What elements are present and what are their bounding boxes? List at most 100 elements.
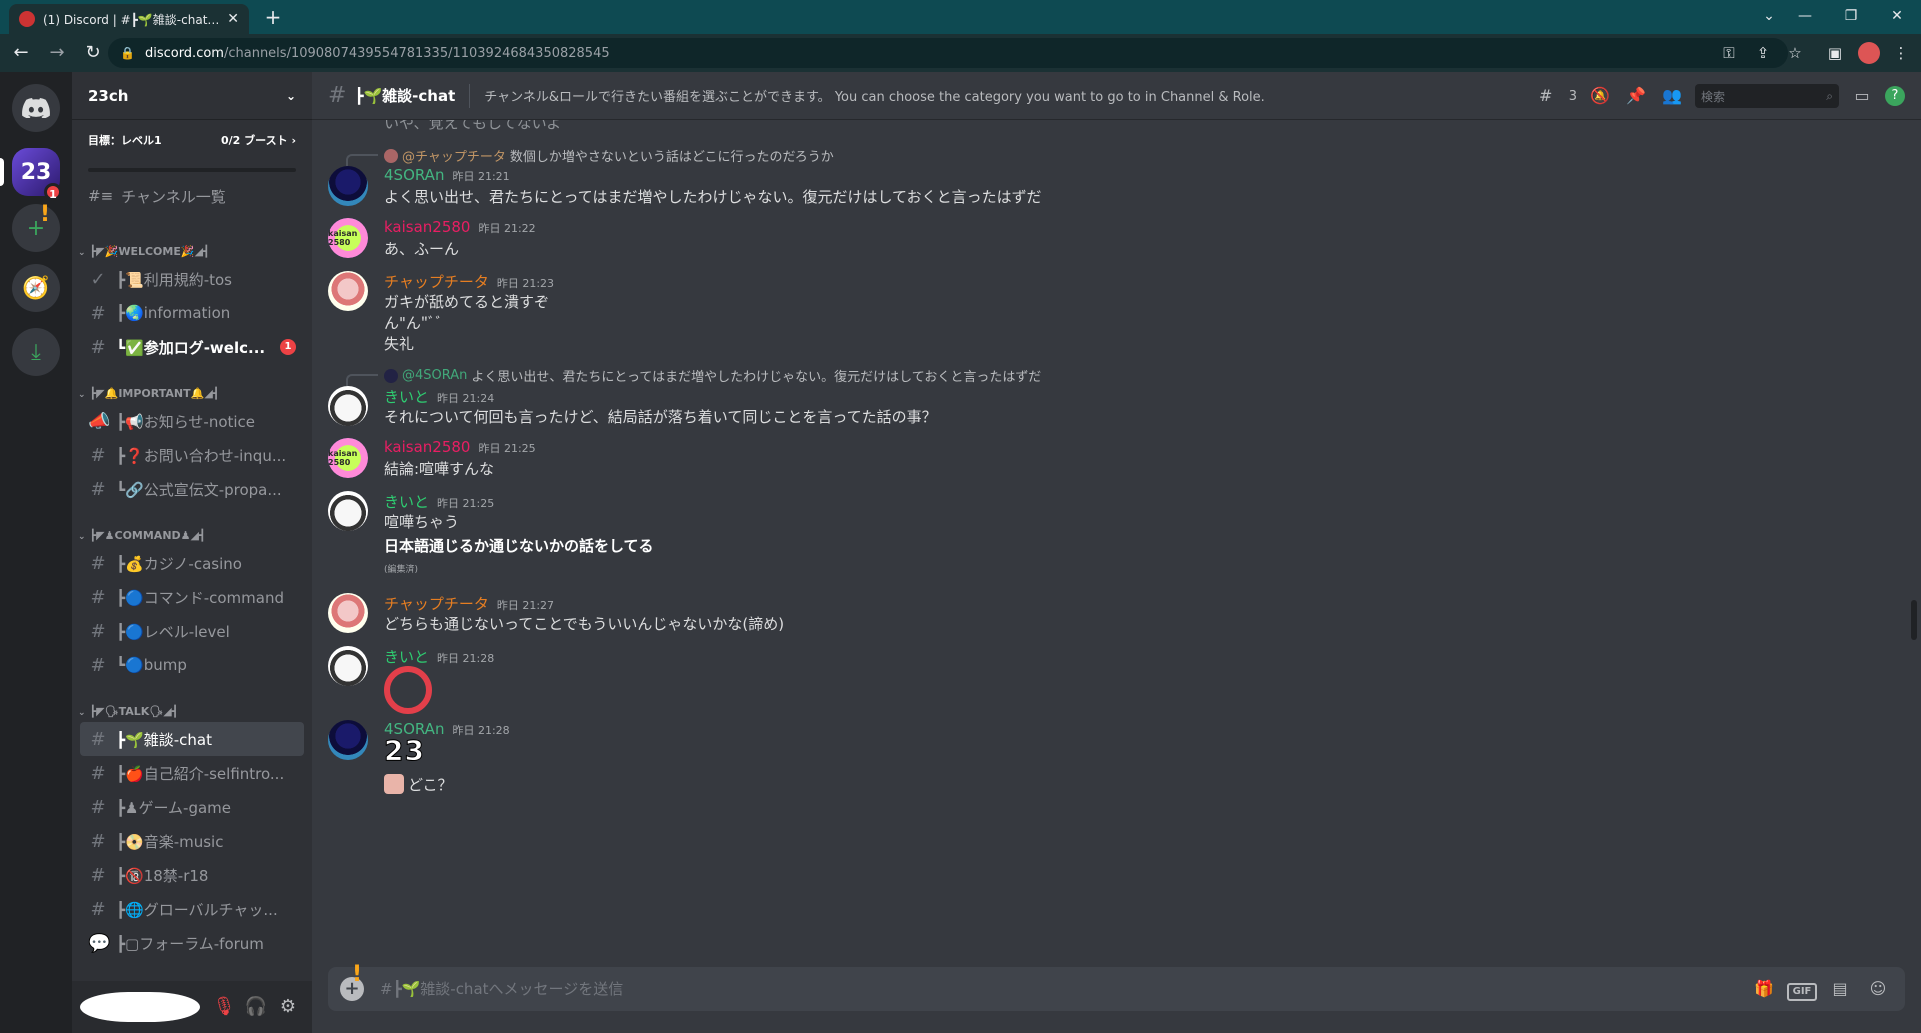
message-input[interactable] <box>380 967 1741 1011</box>
user-avatar[interactable] <box>328 720 368 760</box>
user-avatar[interactable] <box>328 386 368 426</box>
close-window-button[interactable]: ✕ <box>1882 5 1912 27</box>
reply-reference[interactable]: @4SORAn よく思い出せ、君たちにとってはまだ増やしたわけじゃない。復元だけは… <box>346 366 1042 386</box>
gear-icon[interactable]: ⚙ <box>272 991 304 1023</box>
user-avatar-redacted[interactable] <box>80 992 200 1022</box>
headphones-icon[interactable]: 🎧 <box>240 991 272 1023</box>
kebab-menu-icon[interactable]: ⋮ <box>1890 42 1912 64</box>
threads-icon[interactable]: # <box>1533 83 1559 109</box>
profile-avatar[interactable] <box>1858 42 1880 64</box>
category-header[interactable]: ⌄ ┣◤🔔IMPORTANT🔔◢┫ <box>72 376 312 404</box>
restore-button[interactable]: ❐ <box>1836 5 1866 27</box>
side-panel-icon[interactable]: ▣ <box>1824 42 1846 64</box>
server-header[interactable]: 23ch ⌄ <box>72 72 312 120</box>
mute-mic-icon[interactable]: 🎙 <box>208 991 240 1023</box>
message-author[interactable]: kaisan2580 <box>384 218 470 236</box>
minimize-button[interactable]: — <box>1790 5 1820 27</box>
channel-item[interactable]: # ┗🔗公式宣伝文-propa... <box>80 472 304 506</box>
forward-button[interactable]: → <box>42 38 72 68</box>
user-avatar[interactable] <box>328 646 368 686</box>
emoji-icon[interactable]: ☺ <box>1863 974 1893 1004</box>
channel-item[interactable]: 📣 ┣📢お知らせ-notice <box>80 404 304 438</box>
close-tab-icon[interactable]: ✕ <box>227 11 239 27</box>
channel-item[interactable]: # ┣🔵コマンド-command <box>80 580 304 614</box>
explore-compass-icon[interactable]: 🧭 <box>12 264 60 312</box>
discord-home-icon[interactable] <box>12 84 60 132</box>
channel-browser-link[interactable]: #≡ チャンネル一覧 <box>72 180 312 212</box>
message-author[interactable]: きいと <box>384 386 429 407</box>
chevron-down-icon[interactable]: ⌄ <box>1754 5 1784 27</box>
channel-item[interactable]: # ┣🌱雑談-chat <box>80 722 304 756</box>
message-line: どこ？ <box>384 774 453 795</box>
channel-item[interactable]: # ┣🌐グローバルチャッ... <box>80 892 304 926</box>
user-avatar[interactable]: kaisan 2580 <box>328 438 368 478</box>
channel-topic[interactable]: チャンネル&ロールで行きたい番組を選ぶことができます。 You can choo… <box>484 86 1265 105</box>
user-avatar[interactable] <box>328 491 368 531</box>
reply-text: 数個しか増やさないという話はどこに行ったのだろうか <box>509 150 834 165</box>
message-author[interactable]: kaisan2580 <box>384 438 470 456</box>
user-avatar[interactable]: kaisan 2580 <box>328 218 368 258</box>
add-server-icon[interactable]: + <box>12 204 60 252</box>
sticker-icon[interactable]: ▤ <box>1825 974 1855 1004</box>
message-line: あ、ふーん <box>384 240 460 258</box>
inbox-icon[interactable]: ▭ <box>1849 83 1875 109</box>
pin-icon[interactable]: 📌 <box>1623 83 1649 109</box>
server-rail: 23 1 + ! 🧭 ⤓ <box>0 72 72 1033</box>
message-timestamp: 昨日 21:27 <box>496 599 555 612</box>
category-header[interactable]: ⌄ ┣◤♟COMMAND♟◢┫ <box>72 518 312 546</box>
browser-tab[interactable]: (1) Discord | #┣🌱雑談-chat | 23ch ✕ <box>9 4 249 34</box>
scrollbar-thumb[interactable] <box>1911 600 1917 640</box>
user-avatar[interactable] <box>328 271 368 311</box>
user-avatar[interactable] <box>328 593 368 633</box>
message-author[interactable]: チャップチータ <box>384 593 489 614</box>
reload-button[interactable]: ↻ <box>78 38 108 68</box>
gif-icon[interactable]: GIF <box>1787 983 1817 1001</box>
bookmark-star-icon[interactable]: ☆ <box>1784 42 1806 64</box>
address-bar[interactable]: 🔒 discord.com/channels/10908074395547813… <box>108 38 1788 68</box>
message-author[interactable]: きいと <box>384 491 429 512</box>
channel-item[interactable]: # ┣📀音楽-music <box>80 824 304 858</box>
boost-goal[interactable]: 目標：レベル1 0/2 ブースト › <box>72 120 312 172</box>
message-timestamp: 昨日 21:28 <box>452 724 510 737</box>
new-tab-button[interactable]: + <box>262 6 284 28</box>
hash-icon: # <box>90 762 106 784</box>
channel-item[interactable]: # ┣🌏information <box>80 296 304 330</box>
channel-item[interactable]: # ┣🔵レベル-level <box>80 614 304 648</box>
gift-icon[interactable]: 🎁 <box>1749 974 1779 1004</box>
reply-text: よく思い出せ、君たちにとってはまだ増やしたわけじゃない。復元だけはしておくと言っ… <box>471 370 1042 385</box>
hash-icon: # <box>90 864 106 886</box>
share-icon[interactable]: ⇪ <box>1752 42 1774 64</box>
channel-name: ┣📜利用規約-tos <box>116 270 232 289</box>
channel-item[interactable]: 💬 ┣▢フォーラム-forum <box>80 926 304 960</box>
channel-name: ┣🔵レベル-level <box>116 622 230 641</box>
channel-item[interactable]: # ┣🔞18禁-r18 <box>80 858 304 892</box>
channel-item[interactable]: ✓ ┣📜利用規約-tos <box>80 262 304 296</box>
message-author[interactable]: チャップチータ <box>384 271 489 292</box>
key-icon[interactable]: ⚿ <box>1718 42 1740 64</box>
category-header[interactable]: ⌄ ┣◤🎉WELCOME🎉◢┫ <box>72 234 312 262</box>
browser-tab-bar: (1) Discord | #┣🌱雑談-chat | 23ch ✕ + ⌄ — … <box>0 0 1921 34</box>
message-author[interactable]: きいと <box>384 646 429 667</box>
search-input[interactable]: 検索 ⌕ <box>1695 84 1839 108</box>
channel-item[interactable]: # ┗🔵bump <box>80 648 304 682</box>
category-header[interactable]: ⌄ ┣◤🗣TALK🗣◢┫ <box>72 694 312 722</box>
help-icon[interactable]: ? <box>1885 86 1905 106</box>
channel-item[interactable]: # ┣🍎自己紹介-selfintro... <box>80 756 304 790</box>
message-author[interactable]: 4SORAn <box>384 166 444 184</box>
channel-item[interactable]: # ┣💰カジノ-casino <box>80 546 304 580</box>
message-timestamp: 昨日 21:21 <box>452 170 510 183</box>
reply-avatar <box>384 148 398 163</box>
download-apps-icon[interactable]: ⤓ <box>12 328 60 376</box>
member-list-icon[interactable]: 👥 <box>1659 83 1685 109</box>
reply-reference[interactable]: @チャップチータ 数個しか増やさないという話はどこに行ったのだろうか <box>346 146 834 166</box>
channel-item[interactable]: # ┣♟ゲーム-game <box>80 790 304 824</box>
scrollbar[interactable] <box>1909 120 1919 955</box>
channel-item[interactable]: # ┗✅参加ログ-welc... 1 <box>80 330 304 364</box>
channel-item[interactable]: # ┣❓お問い合わせ-inqu... <box>80 438 304 472</box>
user-avatar[interactable] <box>328 166 368 206</box>
browser-tab-title: (1) Discord | #┣🌱雑談-chat | 23ch <box>43 12 221 27</box>
chevron-down-icon: ⌄ <box>78 248 86 258</box>
forum-icon: 💬 <box>88 932 111 954</box>
notification-bell-off-icon[interactable]: 🔕 <box>1587 83 1613 109</box>
back-button[interactable]: ← <box>6 38 36 68</box>
